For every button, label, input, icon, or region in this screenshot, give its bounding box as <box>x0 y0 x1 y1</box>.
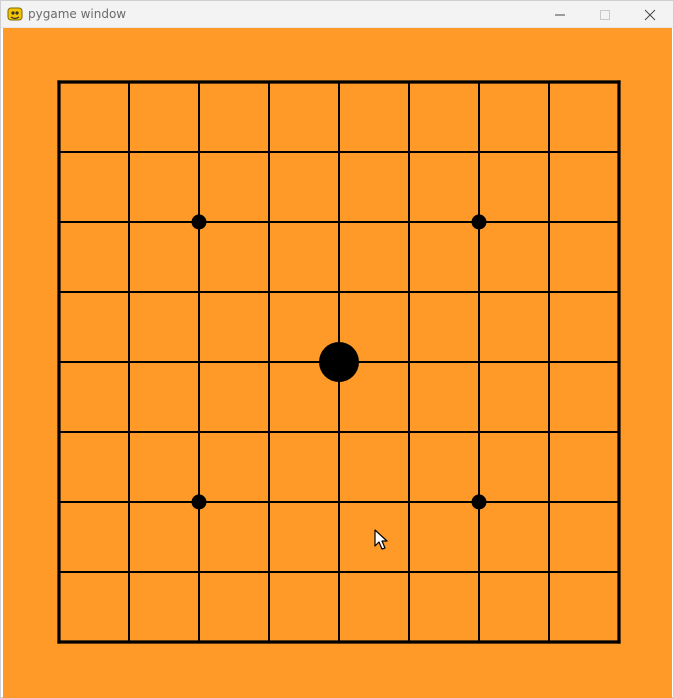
star-point <box>191 494 207 510</box>
minimize-button[interactable] <box>537 1 583 28</box>
close-icon <box>644 9 656 21</box>
maximize-icon <box>599 9 611 21</box>
go-board[interactable] <box>3 28 672 698</box>
pygame-icon <box>7 6 23 22</box>
star-point <box>191 214 207 230</box>
game-canvas[interactable] <box>3 28 672 698</box>
window-title: pygame window <box>28 7 127 21</box>
maximize-button[interactable] <box>582 1 628 28</box>
star-point <box>471 214 487 230</box>
title-bar[interactable]: pygame window <box>1 1 673 28</box>
pygame-window: pygame window <box>0 0 674 698</box>
minimize-icon <box>554 9 566 21</box>
star-point <box>471 494 487 510</box>
black-stone <box>319 342 359 382</box>
close-button[interactable] <box>627 1 673 28</box>
